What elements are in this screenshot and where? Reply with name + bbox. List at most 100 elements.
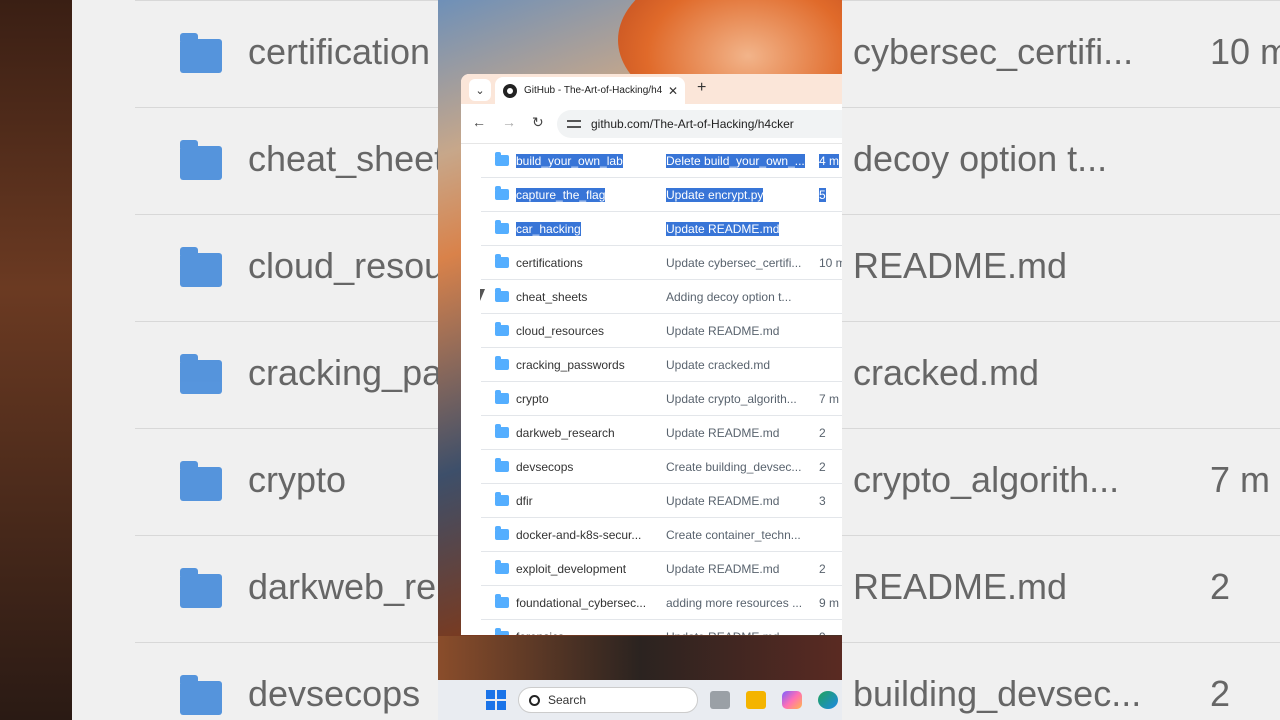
file-name-link[interactable]: docker-and-k8s-secur... [516,528,641,542]
file-row[interactable]: darkweb_research Update README.md 2 [481,416,842,450]
close-icon[interactable]: ✕ [668,84,678,98]
copilot-icon[interactable] [782,691,802,709]
background-row-name: cheat_sheet [248,138,445,179]
forward-arrow-icon[interactable]: → [502,114,516,130]
file-row[interactable]: car_hacking Update README.md [481,212,842,246]
file-row[interactable]: foundational_cybersec... adding more reso… [481,586,842,620]
file-list: build_your_own_lab Delete build_your_own_… [481,144,842,635]
tab-search-dropdown[interactable]: ⌄ [469,79,491,101]
commit-message-link[interactable]: Update encrypt.py [666,188,764,202]
folder-icon [495,628,509,635]
commit-time: 9 [819,630,826,635]
file-name-link[interactable]: capture_the_flag [516,188,606,202]
folder-icon [495,322,509,336]
commit-message-link[interactable]: Update README.md [666,426,779,440]
folder-icon [180,675,222,715]
file-row[interactable]: exploit_development Update README.md 2 [481,552,842,586]
edge-browser-icon[interactable] [818,691,838,709]
folder-icon [495,526,509,540]
folder-icon [495,186,509,200]
commit-message-link[interactable]: Update cracked.md [666,358,770,372]
file-row[interactable]: cloud_resources Update README.md [481,314,842,348]
file-name-link[interactable]: car_hacking [516,222,581,236]
commit-message-link[interactable]: Update README.md [666,562,779,576]
background-row-commit: cybersec_certifi... [853,31,1134,72]
commit-message-link[interactable]: Update README.md [666,222,780,236]
commit-time: 2 [819,562,826,576]
task-view-icon[interactable] [710,691,730,709]
file-row[interactable]: forensics Update README.md 9 [481,620,842,635]
background-row-time: 2 [1210,566,1231,607]
file-name-link[interactable]: devsecops [516,460,573,474]
background-row-name: cloud_resou [248,245,445,286]
reload-icon[interactable]: ↻ [532,114,544,131]
file-name-link[interactable]: dfir [516,494,533,508]
search-placeholder: Search [548,693,587,707]
file-row[interactable]: build_your_own_lab Delete build_your_own_… [481,144,842,178]
commit-message-link[interactable]: Update README.md [666,324,779,338]
folder-icon [495,424,509,438]
folder-icon [495,390,509,404]
file-name-link[interactable]: crypto [516,392,549,406]
folder-icon [495,458,509,472]
commit-time: 9 m [819,596,840,610]
tab-title: GitHub - The-Art-of-Hacking/h4 [524,85,662,96]
taskbar: Search [438,680,842,720]
file-name-link[interactable]: forensics [516,630,564,635]
folder-icon [495,356,509,370]
file-name-link[interactable]: cheat_sheets [516,290,587,304]
commit-message-link[interactable]: Delete build_your_own_... [666,154,805,168]
file-row[interactable]: docker-and-k8s-secur... Create container_… [481,518,842,552]
new-tab-button[interactable]: + [697,79,706,97]
folder-icon [180,568,222,608]
background-row-commit: README.md [853,245,1068,286]
file-row[interactable]: crypto Update crypto_algorith... 7 m [481,382,842,416]
file-name-link[interactable]: certifications [516,256,583,270]
tab-strip: ⌄ GitHub - The-Art-of-Hacking/h4 ✕ + [461,74,842,104]
file-row[interactable]: dfir Update README.md 3 [481,484,842,518]
commit-message-link[interactable]: adding more resources ... [666,596,802,610]
commit-message-link[interactable]: Update cybersec_certifi... [666,256,801,270]
commit-time: 4 m [819,154,840,168]
background-row-commit: README.md [853,566,1068,607]
background-row-commit: crypto_algorith... [853,459,1120,500]
folder-icon [180,247,222,287]
file-row[interactable]: certifications Update cybersec_certifi...… [481,246,842,280]
folder-icon [495,152,509,166]
taskbar-search[interactable]: Search [518,687,698,713]
commit-message-link[interactable]: Adding decoy option t... [666,290,791,304]
commit-time: 7 m [819,392,840,406]
folder-icon [495,492,509,506]
site-settings-icon[interactable] [567,118,581,130]
file-name-link[interactable]: build_your_own_lab [516,154,623,168]
file-name-link[interactable]: foundational_cybersec... [516,596,646,610]
background-row-name: devsecops [248,673,421,714]
file-row[interactable]: cheat_sheets Adding decoy option t... [481,280,842,314]
file-name-link[interactable]: cloud_resources [516,324,604,338]
file-explorer-icon[interactable] [746,691,766,709]
file-name-link[interactable]: cracking_passwords [516,358,625,372]
background-row-commit: building_devsec... [853,673,1142,714]
tab-github[interactable]: GitHub - The-Art-of-Hacking/h4 ✕ [495,77,685,104]
folder-icon [495,560,509,574]
commit-time: 10 m [819,256,842,270]
windows-start-icon[interactable] [486,690,506,710]
file-row[interactable]: devsecops Create building_devsec... 2 [481,450,842,484]
folder-icon [495,594,509,608]
folder-icon [180,140,222,180]
commit-message-link[interactable]: Update README.md [666,494,779,508]
file-row[interactable]: cracking_passwords Update cracked.md [481,348,842,382]
commit-message-link[interactable]: Create container_techn... [666,528,801,542]
file-name-link[interactable]: exploit_development [516,562,626,576]
commit-time: 3 [819,494,826,508]
back-arrow-icon[interactable]: ← [472,114,486,130]
wallpaper-bottom [438,636,842,680]
folder-icon [495,288,509,302]
github-icon [503,83,517,98]
commit-message-link[interactable]: Update README.md [666,630,779,635]
commit-message-link[interactable]: Create building_devsec... [666,460,801,474]
file-row[interactable]: capture_the_flag Update encrypt.py 5 [481,178,842,212]
file-name-link[interactable]: darkweb_research [516,426,615,440]
commit-message-link[interactable]: Update crypto_algorith... [666,392,797,406]
address-bar[interactable]: github.com/The-Art-of-Hacking/h4cker [557,110,842,138]
